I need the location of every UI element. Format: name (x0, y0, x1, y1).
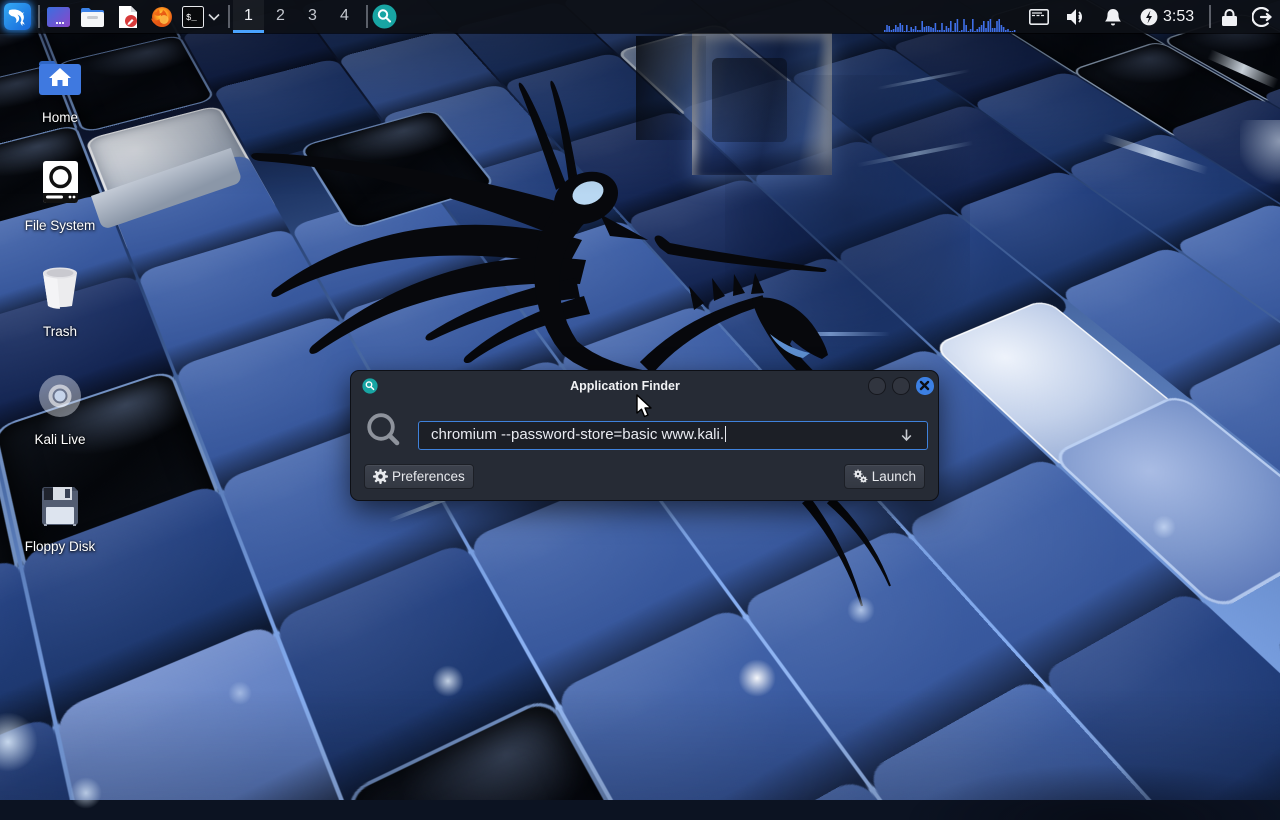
svg-text:$_: $_ (186, 13, 197, 23)
